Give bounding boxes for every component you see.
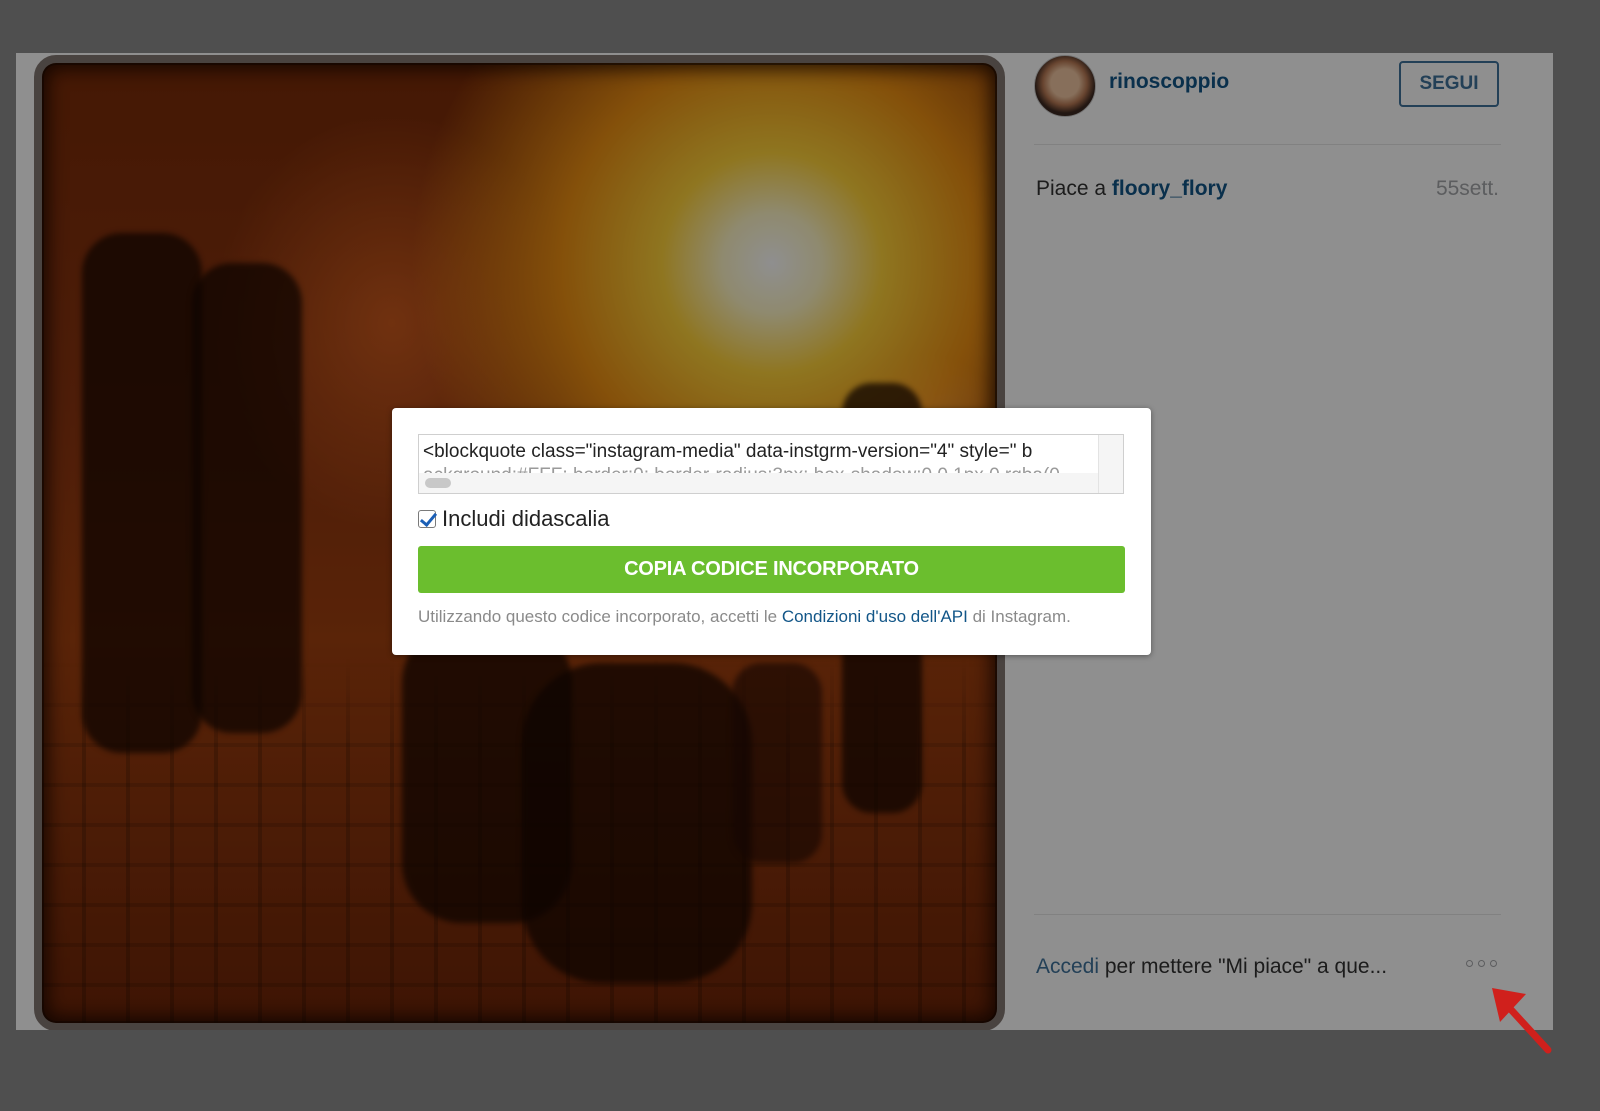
embed-code-textarea[interactable]: <blockquote class="instagram-media" data… bbox=[418, 434, 1124, 494]
embed-code-line: <blockquote class="instagram-media" data… bbox=[423, 441, 1033, 462]
terms-prefix: Utilizzando questo codice incorporato, a… bbox=[418, 607, 782, 626]
include-caption-label[interactable]: Includi didascalia bbox=[442, 506, 610, 532]
embed-code-dialog: <blockquote class="instagram-media" data… bbox=[392, 408, 1151, 655]
embed-code-line: ackground:#FFF; border:0; border-radius:… bbox=[423, 465, 1060, 473]
copy-embed-code-button[interactable]: COPIA CODICE INCORPORATO bbox=[418, 546, 1125, 593]
include-caption-checkbox[interactable] bbox=[418, 510, 436, 528]
api-terms-notice: Utilizzando questo codice incorporato, a… bbox=[418, 607, 1071, 627]
scrollbar-thumb[interactable] bbox=[425, 478, 451, 488]
api-terms-link[interactable]: Condizioni d'uso dell'API bbox=[782, 607, 968, 626]
vertical-scrollbar[interactable] bbox=[1098, 435, 1123, 493]
red-arrow-icon bbox=[1492, 988, 1552, 1054]
terms-suffix: di Instagram. bbox=[967, 607, 1071, 626]
include-caption-row: Includi didascalia bbox=[418, 506, 610, 532]
horizontal-scrollbar[interactable] bbox=[419, 473, 1099, 493]
